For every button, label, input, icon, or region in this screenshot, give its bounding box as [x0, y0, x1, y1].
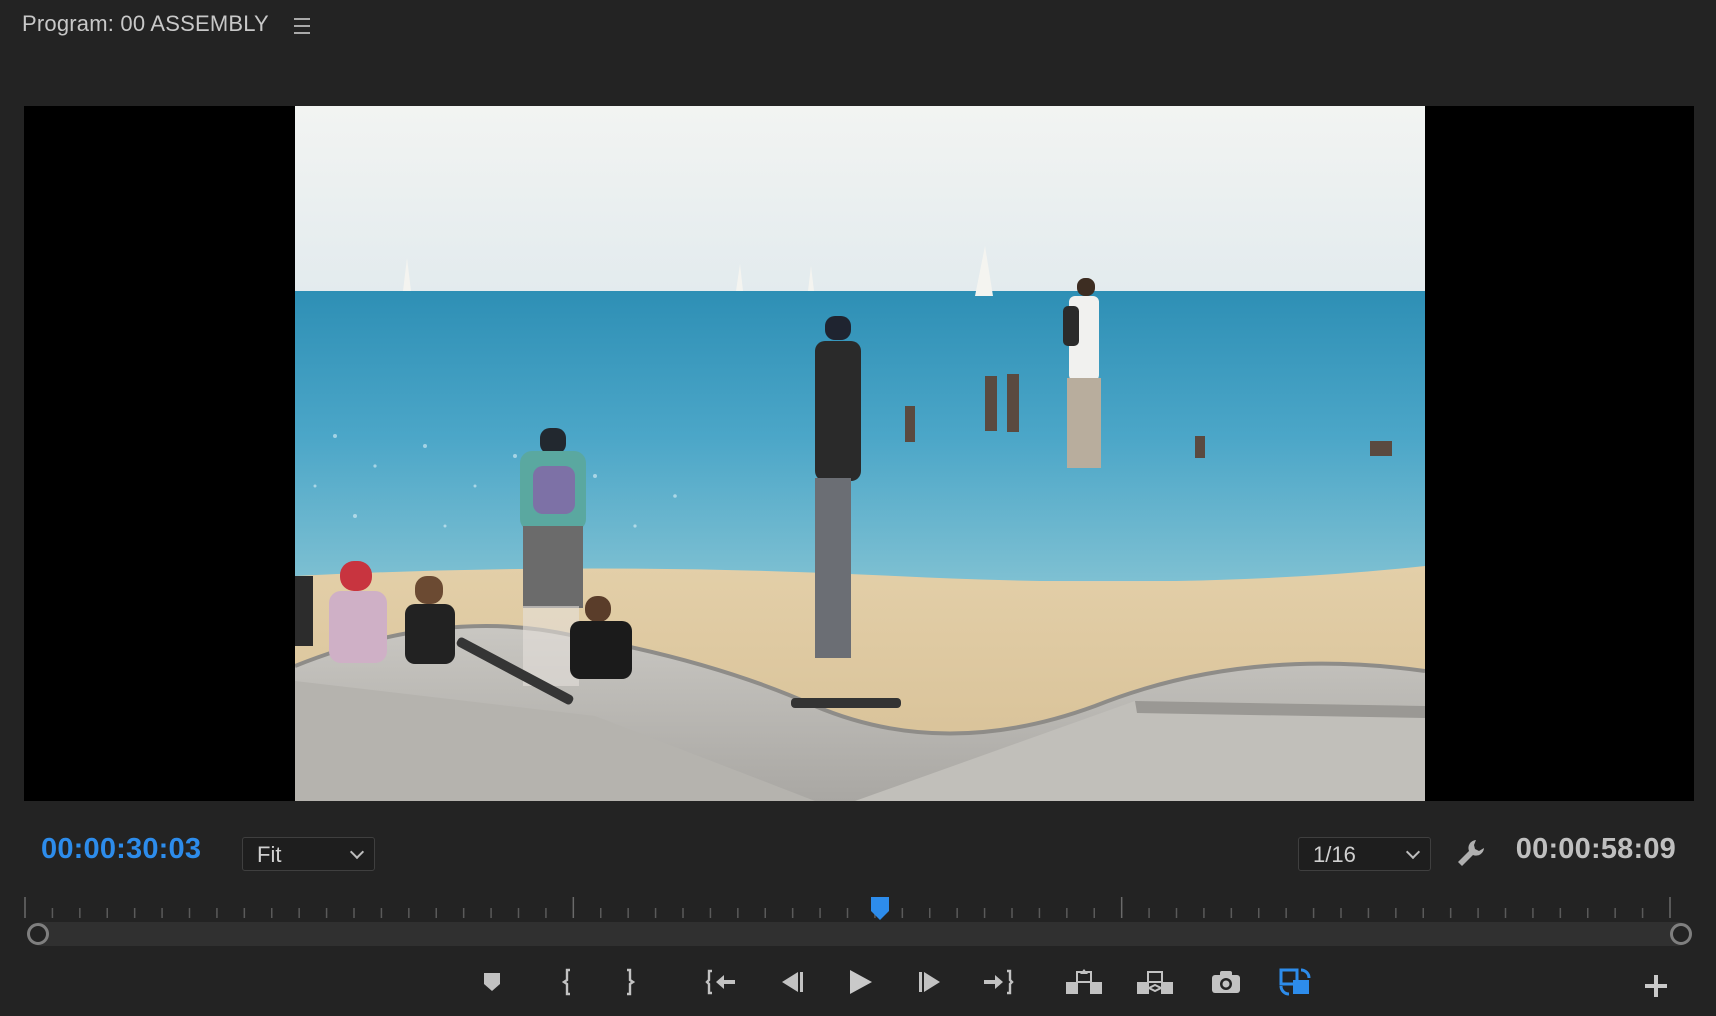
mark-out-icon [627, 968, 636, 996]
lift-button[interactable] [1062, 962, 1106, 1002]
video-frame [295, 106, 1425, 801]
comparison-view-button[interactable] [1273, 962, 1317, 1002]
play-icon [850, 970, 872, 994]
go-to-out-icon [984, 969, 1014, 995]
duration-timecode: 00:00:58:09 [1515, 833, 1676, 865]
zoom-handle-left[interactable] [27, 923, 49, 945]
step-forward-icon [919, 972, 940, 992]
mark-out-button[interactable] [608, 962, 652, 1002]
add-marker-button[interactable] [470, 962, 514, 1002]
playback-resolution-dropdown[interactable]: 1/16 [1298, 837, 1431, 871]
step-back-icon [782, 972, 803, 992]
wrench-icon[interactable] [1454, 836, 1488, 870]
playhead[interactable] [869, 895, 891, 921]
go-to-in-icon [705, 969, 735, 995]
camera-icon [1212, 971, 1240, 993]
export-frame-button[interactable] [1204, 962, 1248, 1002]
video-monitor [24, 106, 1694, 801]
play-button[interactable] [838, 962, 882, 1002]
button-editor-button[interactable] [1634, 966, 1678, 1006]
mark-in-button[interactable] [545, 962, 589, 1002]
go-to-out-button[interactable] [976, 962, 1020, 1002]
time-ruler[interactable] [24, 894, 1671, 922]
playback-resolution-value: 1/16 [1313, 842, 1356, 867]
zoom-level-value: Fit [257, 842, 282, 867]
chevron-down-icon [1405, 844, 1421, 860]
mark-in-icon [561, 968, 570, 996]
program-monitor-panel: Program: 00 ASSEMBLY 00:00:30:03 Fit 1/1… [0, 0, 1716, 1016]
current-timecode[interactable]: 00:00:30:03 [41, 833, 201, 866]
hamburger-menu-icon[interactable] [292, 17, 312, 35]
zoom-handle-right[interactable] [1670, 923, 1692, 945]
compare-icon [1279, 968, 1311, 996]
go-to-in-button[interactable] [699, 962, 743, 1002]
panel-title: Program: 00 ASSEMBLY [22, 11, 269, 36]
extract-button[interactable] [1133, 962, 1177, 1002]
zoom-level-dropdown[interactable]: Fit [242, 837, 375, 871]
step-back-button[interactable] [769, 962, 813, 1002]
plus-icon [1645, 975, 1667, 997]
step-forward-button[interactable] [909, 962, 953, 1002]
marker-icon [484, 973, 500, 991]
chevron-down-icon [349, 844, 365, 860]
zoom-scroll-bar[interactable] [29, 922, 1690, 946]
lift-icon [1066, 969, 1102, 994]
extract-icon [1137, 971, 1173, 994]
